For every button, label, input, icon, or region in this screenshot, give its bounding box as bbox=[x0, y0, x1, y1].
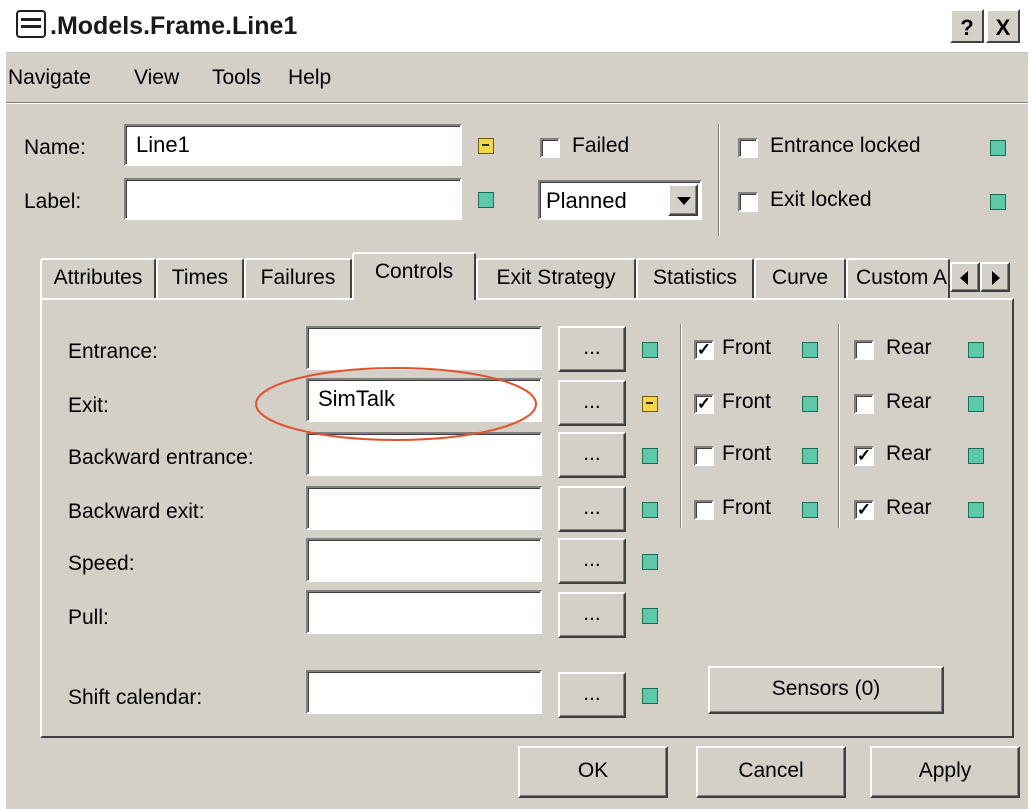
tab-statistics[interactable]: Statistics bbox=[636, 258, 754, 300]
exit-front-checkbox[interactable]: ✓ bbox=[694, 394, 714, 414]
exit-locked-checkbox[interactable] bbox=[738, 192, 758, 212]
entrance-locked-checkbox[interactable] bbox=[738, 138, 758, 158]
entrance-rear-checkbox[interactable] bbox=[854, 340, 874, 360]
entrance-front-indicator[interactable] bbox=[802, 342, 818, 358]
shift-calendar-input[interactable] bbox=[306, 670, 542, 714]
front-column-separator bbox=[680, 324, 682, 528]
sensors-button[interactable]: Sensors (0) bbox=[708, 666, 944, 714]
menu-separator bbox=[6, 102, 1028, 104]
failed-label: Failed bbox=[572, 134, 630, 157]
entrance-rear-label: Rear bbox=[886, 336, 932, 359]
backward-exit-input[interactable] bbox=[306, 486, 542, 530]
title-bar: .Models.Frame.Line1 ? X bbox=[6, 0, 1028, 53]
tab-exit-strategy[interactable]: Exit Strategy bbox=[476, 258, 636, 300]
backward-exit-browse-button[interactable]: ... bbox=[558, 486, 626, 532]
name-label: Name: bbox=[24, 136, 86, 159]
app-window-icon bbox=[16, 10, 46, 38]
ok-button[interactable]: OK bbox=[518, 746, 668, 798]
menu-navigate[interactable]: Navigate bbox=[8, 66, 91, 90]
tab-custom-attributes[interactable]: Custom A bbox=[846, 258, 950, 300]
entrance-front-checkbox[interactable]: ✓ bbox=[694, 340, 714, 360]
tab-attributes[interactable]: Attributes bbox=[40, 258, 156, 300]
dialog-window: .Models.Frame.Line1 ? X Navigate View To… bbox=[6, 0, 1028, 809]
tab-curve[interactable]: Curve bbox=[754, 258, 846, 300]
backward-entrance-front-checkbox[interactable] bbox=[694, 446, 714, 466]
tab-controls[interactable]: Controls bbox=[352, 252, 476, 300]
exit-rear-indicator[interactable] bbox=[968, 396, 984, 412]
exit-indicator[interactable] bbox=[642, 396, 658, 412]
shift-calendar-browse-button[interactable]: ... bbox=[558, 672, 626, 718]
backward-entrance-browse-button[interactable]: ... bbox=[558, 432, 626, 478]
speed-label: Speed: bbox=[68, 552, 135, 575]
failed-checkbox[interactable] bbox=[540, 138, 560, 158]
backward-entrance-front-indicator[interactable] bbox=[802, 448, 818, 464]
backward-entrance-indicator[interactable] bbox=[642, 448, 658, 464]
backward-exit-rear-checkbox[interactable]: ✓ bbox=[854, 500, 874, 520]
pull-label: Pull: bbox=[68, 606, 109, 629]
shift-calendar-label: Shift calendar: bbox=[68, 686, 203, 709]
window-title: .Models.Frame.Line1 bbox=[50, 12, 298, 40]
menu-view[interactable]: View bbox=[134, 66, 179, 90]
pull-indicator[interactable] bbox=[642, 608, 658, 624]
backward-exit-front-label: Front bbox=[722, 496, 772, 519]
menu-help[interactable]: Help bbox=[288, 66, 331, 90]
backward-entrance-label: Backward entrance: bbox=[68, 446, 254, 469]
backward-entrance-rear-label: Rear bbox=[886, 442, 932, 465]
backward-exit-rear-indicator[interactable] bbox=[968, 502, 984, 518]
exit-locked-indicator[interactable] bbox=[990, 194, 1006, 210]
backward-entrance-front-label: Front bbox=[722, 442, 772, 465]
exit-label: Exit: bbox=[68, 394, 109, 417]
apply-button[interactable]: Apply bbox=[870, 746, 1020, 798]
name-input[interactable]: Line1 bbox=[124, 124, 462, 166]
backward-entrance-rear-checkbox[interactable]: ✓ bbox=[854, 446, 874, 466]
help-button[interactable]: ? bbox=[950, 9, 984, 43]
speed-indicator[interactable] bbox=[642, 554, 658, 570]
exit-front-indicator[interactable] bbox=[802, 396, 818, 412]
backward-exit-front-checkbox[interactable] bbox=[694, 500, 714, 520]
highlight-ellipse bbox=[255, 367, 537, 441]
backward-exit-front-indicator[interactable] bbox=[802, 502, 818, 518]
exit-locked-label: Exit locked bbox=[770, 188, 872, 211]
shift-calendar-indicator[interactable] bbox=[642, 688, 658, 704]
chevron-down-icon bbox=[677, 197, 691, 205]
tab-failures[interactable]: Failures bbox=[244, 258, 352, 300]
name-indicator[interactable] bbox=[478, 138, 494, 154]
planned-value: Planned bbox=[546, 188, 627, 213]
exit-rear-checkbox[interactable] bbox=[854, 394, 874, 414]
label-input[interactable] bbox=[124, 178, 462, 220]
pull-input[interactable] bbox=[306, 590, 542, 634]
backward-entrance-rear-indicator[interactable] bbox=[968, 448, 984, 464]
entrance-rear-indicator[interactable] bbox=[968, 342, 984, 358]
entrance-locked-label: Entrance locked bbox=[770, 134, 921, 157]
backward-exit-label: Backward exit: bbox=[68, 500, 205, 523]
cancel-button[interactable]: Cancel bbox=[696, 746, 846, 798]
annotation-ellipse bbox=[255, 367, 537, 441]
tab-scroll-right-button[interactable] bbox=[980, 262, 1010, 292]
tab-times[interactable]: Times bbox=[156, 258, 244, 300]
speed-input[interactable] bbox=[306, 538, 542, 582]
tab-scroll-left-button[interactable] bbox=[950, 262, 980, 292]
speed-browse-button[interactable]: ... bbox=[558, 538, 626, 584]
entrance-label: Entrance: bbox=[68, 340, 158, 363]
arrow-right-icon bbox=[992, 271, 1000, 285]
header-separator bbox=[718, 124, 720, 236]
label-label: Label: bbox=[24, 190, 82, 213]
close-button[interactable]: X bbox=[986, 9, 1020, 43]
rear-column-separator bbox=[838, 324, 840, 528]
pull-browse-button[interactable]: ... bbox=[558, 592, 626, 638]
exit-front-label: Front bbox=[722, 390, 772, 413]
entrance-browse-button[interactable]: ... bbox=[558, 326, 626, 372]
menu-tools[interactable]: Tools bbox=[212, 66, 261, 90]
entrance-locked-indicator[interactable] bbox=[990, 140, 1006, 156]
backward-exit-indicator[interactable] bbox=[642, 502, 658, 518]
exit-rear-label: Rear bbox=[886, 390, 932, 413]
exit-browse-button[interactable]: ... bbox=[558, 380, 626, 426]
entrance-front-label: Front bbox=[722, 336, 772, 359]
entrance-indicator[interactable] bbox=[642, 342, 658, 358]
arrow-left-icon bbox=[960, 271, 968, 285]
backward-exit-rear-label: Rear bbox=[886, 496, 932, 519]
planned-dropdown-button[interactable] bbox=[668, 184, 698, 216]
label-indicator[interactable] bbox=[478, 192, 494, 208]
